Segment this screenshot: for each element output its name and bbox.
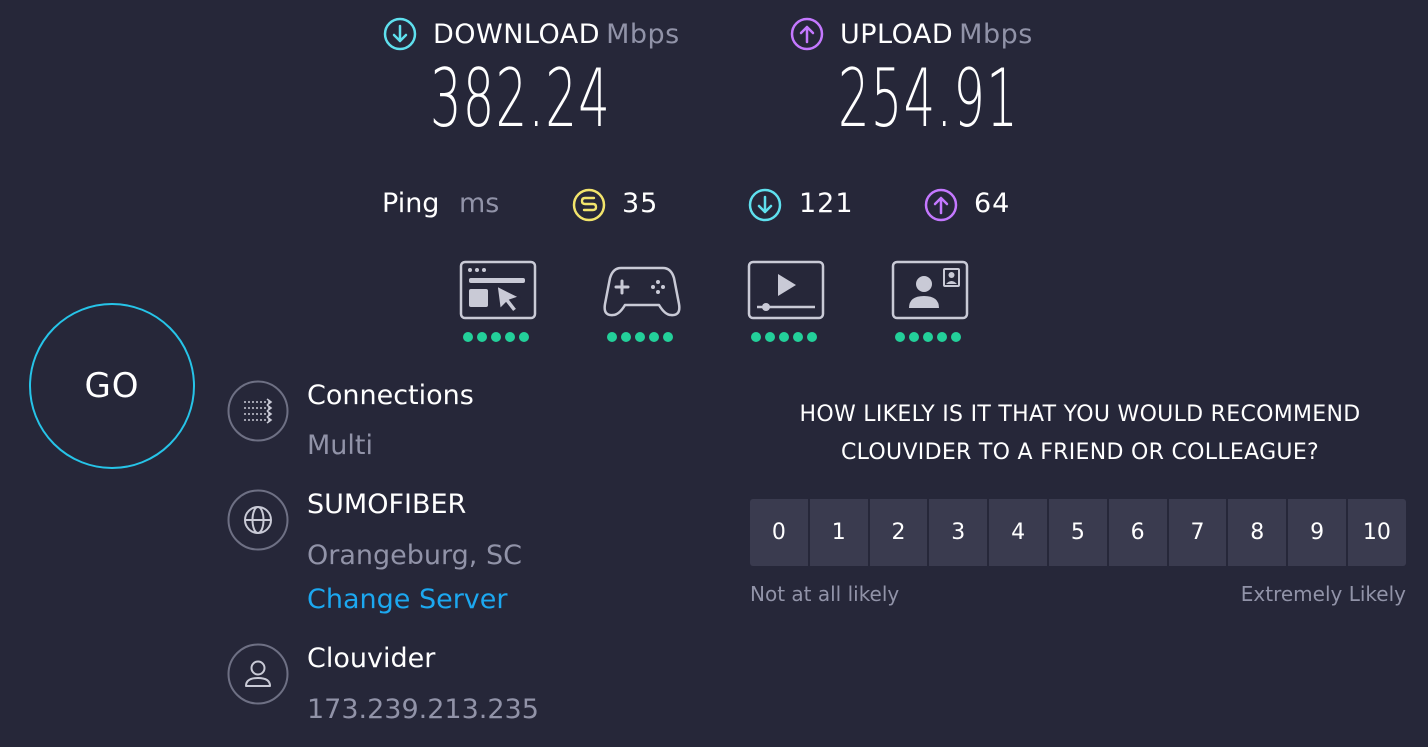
connections-icon xyxy=(227,380,289,442)
ping-idle-value: 35 xyxy=(622,188,659,219)
download-header: DOWNLOAD Mbps xyxy=(383,17,680,51)
gamepad-icon xyxy=(603,266,681,317)
connections-title: Connections xyxy=(307,380,474,411)
scale-high-label: Extremely Likely xyxy=(1240,582,1406,606)
rating-option-1[interactable]: 1 xyxy=(809,499,868,566)
survey-question: HOW LIKELY IS IT THAT YOU WOULD RECOMMEN… xyxy=(752,396,1408,472)
ping-row: Ping ms 35 121 64 xyxy=(382,188,1032,224)
rating-option-2[interactable]: 2 xyxy=(869,499,928,566)
connections-value[interactable]: Multi xyxy=(307,430,373,461)
download-unit: Mbps xyxy=(606,18,680,50)
rating-option-10[interactable]: 10 xyxy=(1347,499,1406,566)
rating-dot xyxy=(635,332,645,342)
rating-dot xyxy=(505,332,515,342)
rating-dot xyxy=(463,332,473,342)
scale-low-label: Not at all likely xyxy=(750,582,900,606)
rating-dot xyxy=(937,332,947,342)
rating-dot xyxy=(779,332,789,342)
download-arrow-icon xyxy=(383,17,417,51)
rating-option-9[interactable]: 9 xyxy=(1288,499,1346,566)
server-location: Orangeburg, SC xyxy=(307,540,522,571)
rating-dot xyxy=(607,332,617,342)
upload-label: UPLOAD xyxy=(840,18,954,50)
rating-option-4[interactable]: 4 xyxy=(989,499,1047,566)
video-player-icon xyxy=(747,260,825,320)
rating-dot xyxy=(519,332,529,342)
rating-option-3[interactable]: 3 xyxy=(929,499,988,566)
ping-upload-value: 64 xyxy=(974,188,1011,219)
rating-dot xyxy=(477,332,487,342)
rating-dot xyxy=(895,332,905,342)
rating-dot xyxy=(649,332,659,342)
ping-idle-icon xyxy=(572,188,606,222)
globe-icon xyxy=(227,489,289,551)
survey-question-line1: HOW LIKELY IS IT THAT YOU WOULD RECOMMEN… xyxy=(799,402,1361,427)
rating-option-6[interactable]: 6 xyxy=(1108,499,1167,566)
rating-option-8[interactable]: 8 xyxy=(1228,499,1287,566)
ping-download-value: 121 xyxy=(799,188,854,219)
rating-scale: 0 1 2 3 4 5 6 7 8 9 10 xyxy=(750,499,1406,566)
rating-dot xyxy=(909,332,919,342)
server-name: SUMOFIBER xyxy=(307,489,467,520)
ping-upload-icon xyxy=(924,188,958,222)
video-call-icon xyxy=(891,260,969,320)
upload-arrow-icon xyxy=(790,17,824,51)
rating-option-7[interactable]: 7 xyxy=(1168,499,1227,566)
survey-question-line2: CLOUVIDER TO A FRIEND OR COLLEAGUE? xyxy=(841,440,1319,465)
service-gaming xyxy=(603,260,681,342)
rating-dot xyxy=(793,332,803,342)
video-chat-rating xyxy=(895,332,969,342)
upload-value: 254.91 xyxy=(838,52,1019,145)
streaming-rating xyxy=(751,332,825,342)
rating-dot xyxy=(923,332,933,342)
ping-label: Ping xyxy=(382,188,440,219)
rating-dot xyxy=(807,332,817,342)
web-browsing-icon xyxy=(459,260,537,320)
upload-unit: Mbps xyxy=(959,18,1033,50)
go-button[interactable]: GO xyxy=(29,303,195,469)
service-video-chat xyxy=(891,260,969,342)
provider-ip: 173.239.213.235 xyxy=(307,694,539,725)
upload-header: UPLOAD Mbps xyxy=(790,17,1033,51)
rating-option-0[interactable]: 0 xyxy=(750,499,808,566)
user-icon xyxy=(227,643,289,705)
rating-dot xyxy=(491,332,501,342)
browsing-rating xyxy=(463,332,537,342)
ping-unit: ms xyxy=(459,188,500,219)
ping-download-icon xyxy=(748,188,782,222)
service-streaming xyxy=(747,260,825,342)
download-value: 382.24 xyxy=(430,52,611,145)
go-label: GO xyxy=(84,366,140,406)
service-browsing xyxy=(459,260,537,342)
rating-dot xyxy=(765,332,775,342)
provider-name: Clouvider xyxy=(307,643,436,674)
rating-option-5[interactable]: 5 xyxy=(1048,499,1107,566)
rating-dot xyxy=(751,332,761,342)
change-server-link[interactable]: Change Server xyxy=(307,584,508,615)
rating-dot xyxy=(621,332,631,342)
gaming-rating xyxy=(607,332,681,342)
rating-dot xyxy=(663,332,673,342)
download-label: DOWNLOAD xyxy=(433,18,601,50)
rating-dot xyxy=(951,332,961,342)
